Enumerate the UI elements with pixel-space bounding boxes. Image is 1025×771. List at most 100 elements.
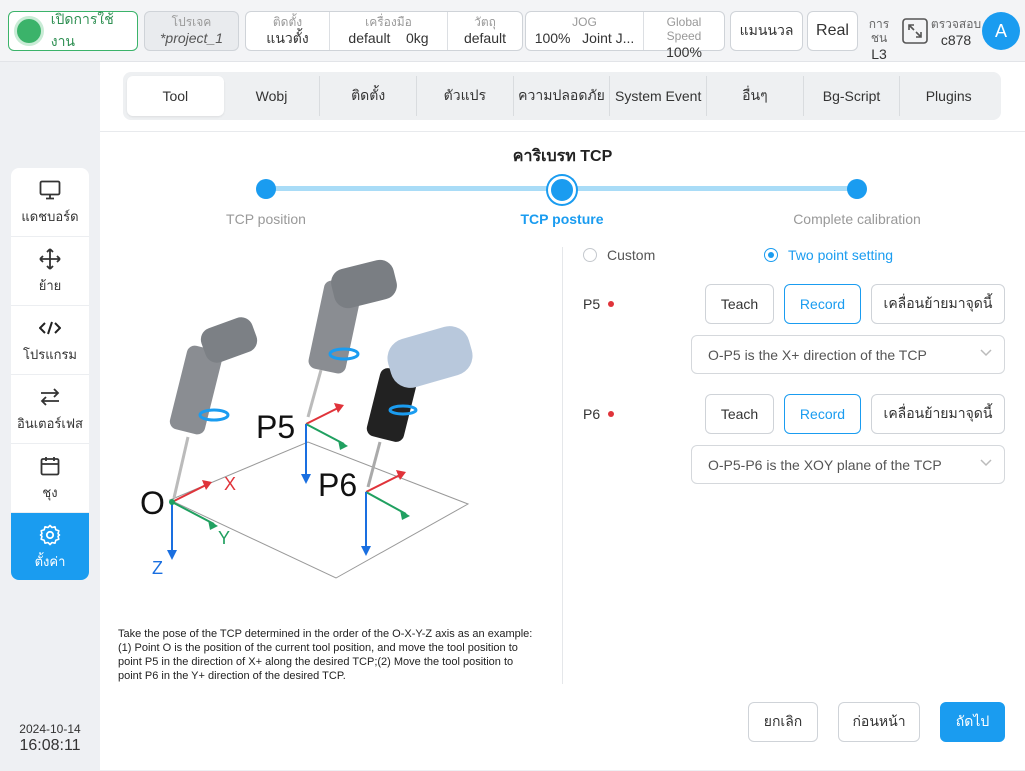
robot-arm-image-o <box>169 317 258 499</box>
label-z: Z <box>152 558 163 578</box>
label-x: X <box>224 474 236 494</box>
verify-value: c878 <box>940 32 972 48</box>
time-text: 16:08:11 <box>19 737 81 754</box>
sidebar-item-settings[interactable]: ตั้งค่า <box>11 513 89 580</box>
install-segment[interactable]: ติดตั้ง แนวตั้ง <box>246 12 330 50</box>
collision-level[interactable]: การชน L3 <box>861 14 897 63</box>
sidebar-item-label: ชุง <box>42 484 58 500</box>
tab-safety[interactable]: ความปลอดภัย <box>514 76 611 116</box>
label-p5: P5 <box>256 409 295 445</box>
mode-custom-radio[interactable]: Custom <box>583 247 655 263</box>
next-button[interactable]: ถัดไป <box>940 702 1005 742</box>
gear-icon <box>39 523 61 547</box>
real-mode-button[interactable]: Real <box>807 11 858 51</box>
sidebar-item-schedule[interactable]: ชุง <box>11 444 89 513</box>
expand-icon[interactable] <box>902 18 928 49</box>
previous-button[interactable]: ก่อนหน้า <box>838 702 920 742</box>
tab-tool[interactable]: Tool <box>127 76 224 116</box>
monitor-icon <box>39 178 61 202</box>
datetime: 2024-10-14 16:08:11 <box>0 722 100 755</box>
tool-caption: เครื่องมือ <box>365 15 412 29</box>
tab-bg-script[interactable]: Bg-Script <box>804 76 901 116</box>
step-label-1: TCP position <box>226 211 306 227</box>
p6-teach-button[interactable]: Teach <box>705 394 774 434</box>
point-p5-label: P5 <box>583 296 615 312</box>
radio-checked-icon <box>764 248 778 262</box>
jog-caption: JOG <box>572 15 597 29</box>
enable-button[interactable]: เปิดการใช้งาน <box>8 11 138 51</box>
mode-two-point-label: Two point setting <box>788 247 894 263</box>
install-value: แนวตั้ง <box>266 30 309 46</box>
point-label-text: P5 <box>583 296 601 312</box>
jog-speed-panel[interactable]: JOG 100% Joint J... Global Speed 100% <box>525 11 725 60</box>
avatar[interactable]: A <box>982 12 1020 50</box>
wobj-segment[interactable]: วัตถุ default <box>448 12 522 50</box>
verify-code[interactable]: ตรวจสอบ c878 <box>930 14 982 49</box>
mode-two-point-radio[interactable]: Two point setting <box>764 247 893 263</box>
p5-move-here-button[interactable]: เคลื่อนย้ายมาจุดนี้ <box>871 284 1005 324</box>
tcp-calibration-illustration: O X Y Z P5 P6 <box>140 259 473 579</box>
install-tool-wobj-panel[interactable]: ติดตั้ง แนวตั้ง เครื่องมือ default 0kg ว… <box>245 11 523 51</box>
tab-bar: Tool Wobj ติดตั้ง ตัวแปร ความปลอดภัย Sys… <box>123 72 1001 120</box>
top-bar: เปิดการใช้งาน โปรเจค *project_1 ติดตั้ง … <box>0 0 1025 62</box>
p6-record-button[interactable]: Record <box>784 394 861 434</box>
p6-move-here-button[interactable]: เคลื่อนย้ายมาจุดนี้ <box>871 394 1005 434</box>
collision-caption: การชน <box>868 17 890 45</box>
calendar-icon <box>40 454 60 478</box>
required-dot-icon <box>608 301 615 307</box>
tool-segment[interactable]: เครื่องมือ default 0kg <box>330 12 448 50</box>
install-caption: ติดตั้ง <box>272 15 303 29</box>
p5-record-button[interactable]: Record <box>784 284 861 324</box>
project-selector[interactable]: โปรเจค *project_1 <box>144 11 239 51</box>
radio-unchecked-icon <box>583 248 597 262</box>
tab-system-event[interactable]: System Event <box>610 76 708 116</box>
tool-payload: 0kg <box>406 30 429 46</box>
step-dot-2 <box>548 176 576 204</box>
vertical-divider <box>562 247 563 684</box>
collision-value: L3 <box>871 46 887 62</box>
sidebar-item-move[interactable]: ย้าย <box>11 237 89 306</box>
speed-segment[interactable]: Global Speed 100% <box>644 12 724 60</box>
swap-icon <box>39 385 61 409</box>
step-dot-1 <box>256 179 276 199</box>
tab-others[interactable]: อื่นๆ <box>707 76 804 116</box>
select-value: O-P5-P6 is the XOY plane of the TCP <box>708 456 942 473</box>
wobj-value: default <box>463 30 507 46</box>
wobj-caption: วัตถุ <box>474 15 496 29</box>
p5-teach-button[interactable]: Teach <box>705 284 774 324</box>
tool-value: default 0kg <box>336 29 441 47</box>
p6-plane-select[interactable]: O-P5-P6 is the XOY plane of the TCP <box>691 445 1005 484</box>
power-status-icon <box>17 19 41 43</box>
project-value: *project_1 <box>159 30 224 46</box>
tab-wobj[interactable]: Wobj <box>224 76 321 116</box>
jog-mode: Joint J... <box>582 30 635 46</box>
project-caption: โปรเจค <box>171 15 212 29</box>
sidebar-item-interface[interactable]: อินเตอร์เฟส <box>11 375 89 444</box>
step-label-2: TCP posture <box>520 211 604 227</box>
manual-mode-button[interactable]: แมนนวล <box>730 11 803 51</box>
sidebar-item-label: อินเตอร์เฟส <box>17 415 83 431</box>
step-label-3: Complete calibration <box>793 211 921 227</box>
sidebar: แดชบอร์ด ย้าย โปรแกรม อินเตอร์เฟส ชุง ตั… <box>11 168 89 580</box>
code-icon <box>39 316 61 340</box>
calibration-description: Take the pose of the TCP determined in t… <box>118 628 533 682</box>
jog-segment[interactable]: JOG 100% Joint J... <box>526 12 644 50</box>
sidebar-item-label: ตั้งค่า <box>34 554 66 569</box>
speed-value: 100% <box>666 44 702 60</box>
jog-value: 100% Joint J... <box>532 29 637 47</box>
sidebar-item-program[interactable]: โปรแกรม <box>11 306 89 375</box>
p5-direction-select[interactable]: O-P5 is the X+ direction of the TCP <box>691 335 1005 374</box>
tab-plugins[interactable]: Plugins <box>900 76 997 116</box>
sidebar-item-label: แดชบอร์ด <box>21 208 79 224</box>
date-text: 2024-10-14 <box>19 722 81 736</box>
tab-variables[interactable]: ตัวแปร <box>417 76 514 116</box>
chevron-down-icon <box>980 459 992 467</box>
label-o: O <box>140 485 165 521</box>
move-icon <box>39 247 61 271</box>
sidebar-item-dashboard[interactable]: แดชบอร์ด <box>11 168 89 237</box>
sidebar-item-label: ย้าย <box>38 277 62 293</box>
tab-install[interactable]: ติดตั้ง <box>320 76 417 116</box>
mode-custom-label: Custom <box>607 247 656 263</box>
cancel-button[interactable]: ยกเลิก <box>748 702 818 742</box>
label-p6: P6 <box>318 467 357 503</box>
